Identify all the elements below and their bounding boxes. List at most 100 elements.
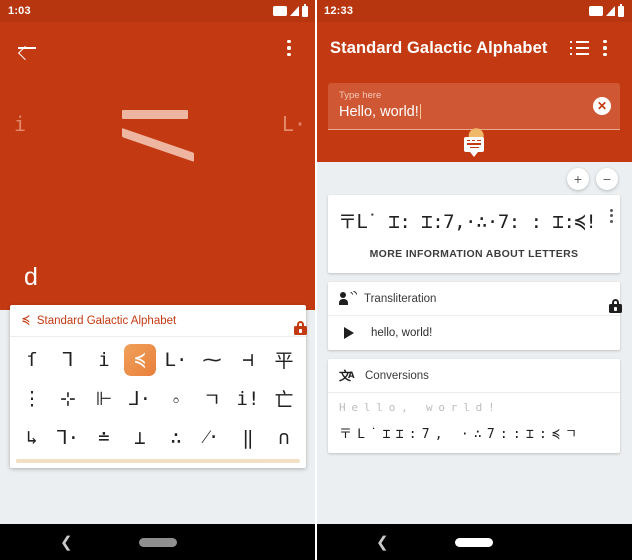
back-chevron-icon[interactable]: ❮ [376,533,389,551]
text-input-label: Type here [339,90,382,101]
zoom-controls: + − [328,162,620,195]
key-glyph[interactable]: ⊣ [232,344,264,376]
key-glyph[interactable]: i [88,344,120,376]
status-bar-clock: 12:33 [324,5,354,17]
back-arrow-icon [17,38,37,58]
key-glyph[interactable]: ↳ [16,422,48,454]
key-glyph[interactable]: ſ [16,344,48,376]
decrease-text-size-button[interactable]: − [596,168,618,190]
back-chevron-icon[interactable]: ❮ [60,533,73,551]
key-glyph[interactable]: ∩ [268,422,300,454]
status-bar-right: 12:33 [316,0,632,22]
list-view-button[interactable] [566,35,592,61]
increase-text-size-button[interactable]: + [567,168,589,190]
app-bar-left [0,22,316,74]
key-glyph[interactable]: ⅃· [124,383,156,415]
overflow-menu-icon [603,40,607,56]
text-input-zone: Type here Hello, world! ✕ [316,74,632,162]
latin-equivalent-letter: d [24,263,38,291]
app-bar-right: Standard Galactic Alphabet [316,22,632,74]
home-pill[interactable] [139,537,177,547]
status-bar-system-icons [273,3,308,17]
transliteration-title: Transliteration [364,292,437,305]
transliteration-header: Transliteration [328,282,622,316]
glyph-display-body: 〒𝖫˙ ⌶: ⌶:7,·∴·7: : ⌶:≼! [328,195,620,234]
key-glyph[interactable]: ⊹ [52,383,84,415]
key-glyph[interactable]: ⊥ [124,422,156,454]
signal-icon [290,6,299,16]
keyboard-header: ≼ Standard Galactic Alphabet [10,305,307,337]
next-glyph-preview[interactable]: L· [282,112,306,136]
conversions-glyph-row: 〒𝖫˙⌶⌶:7, ·∴7::⌶:≼ㄱ [339,427,583,442]
keyboard-row: ſ ⅂ i ≼ L· ⁓ ⊣ 平 [14,340,302,379]
glyph-detail-hero: i L· d [0,74,316,310]
overflow-menu-button-right[interactable] [592,35,618,61]
keyboard-header-glyph: ≼ [22,313,30,328]
keyboard-scroll-indicator[interactable] [16,459,300,463]
play-icon[interactable] [344,327,354,339]
key-glyph[interactable]: ㄱ [196,383,228,415]
key-glyph[interactable]: 亡 [268,383,300,415]
key-glyph[interactable]: ⋮ [16,383,48,415]
galactic-keyboard-panel: ≼ Standard Galactic Alphabet ſ ⅂ i ≼ L· … [10,305,307,468]
glyph-output-text: 〒𝖫˙ ⌶: ⌶:7,·∴·7: : ⌶:≼! [338,211,597,233]
transliteration-row: hello, world! [328,316,620,350]
status-bar-system-icons [589,3,624,17]
keyboard-row: ↳ ⅂· ≐ ⊥ ∴ ⁄· ‖ ∩ [14,418,302,457]
key-glyph[interactable]: 平 [268,344,300,376]
conversions-card: 文A Conversions Hello, world! 〒𝖫˙⌶⌶:7, ·∴… [328,359,620,453]
conversions-body: Hello, world! 〒𝖫˙⌶⌶:7, ·∴7::⌶:≼ㄱ [328,393,620,453]
signal-icon [606,6,615,16]
overflow-menu-button-left[interactable] [276,35,302,61]
glyph-stroke-diagonal [122,128,194,162]
conversions-header: 文A Conversions [328,359,620,393]
key-glyph-selected[interactable]: ≼ [124,343,156,376]
display-overflow-button[interactable] [610,209,613,225]
selected-glyph-large [122,110,194,162]
key-glyph[interactable]: ⅂· [52,422,84,454]
transliteration-text: hello, world! [371,327,433,339]
text-input-field[interactable]: Type here Hello, world! ✕ [328,83,620,147]
keyboard-row: ⋮ ⊹ ⊩ ⅃· 𝇈 ㄱ i! 亡 [14,379,302,418]
status-bar-clock: 1:03 [8,5,31,17]
conversions-latin-row: Hello, world! [339,401,501,414]
text-input-text: Hello, world! [339,104,419,120]
main-content: + − 〒𝖫˙ ⌶: ⌶:7,·∴·7: : ⌶:≼! MORE INFORMA… [316,162,632,453]
page-title: Standard Galactic Alphabet [330,38,548,57]
list-view-icon [569,41,589,55]
back-button[interactable] [14,35,40,61]
status-bar-left: 1:03 [0,0,316,22]
key-glyph[interactable]: ‖ [232,422,264,454]
home-pill[interactable] [455,537,493,547]
keyboard-rows: ſ ⅂ i ≼ L· ⁓ ⊣ 平 ⋮ ⊹ ⊩ ⅃· 𝇈 ㄱ i! 亡 ↳ ⅂· … [10,337,306,457]
overflow-menu-icon [287,40,291,56]
previous-glyph-preview[interactable]: i [14,112,26,136]
key-glyph[interactable]: i! [232,383,264,415]
key-glyph[interactable]: ≐ [88,422,120,454]
key-glyph[interactable]: ∴ [160,422,192,454]
clear-circle-icon[interactable]: ✕ [593,97,611,115]
keyboard-icon [464,136,484,152]
battery-icon [618,3,624,17]
left-screen-panel: 1:03 i L· d ≼ Standard Galactic Alphabet [0,0,316,560]
wifi-icon [589,6,603,16]
translate-icon: 文A [339,369,355,383]
key-glyph[interactable]: ⁄· [196,422,228,454]
key-glyph[interactable]: ⊩ [88,383,120,415]
system-nav-bar-right: ❮ [316,524,632,560]
keyboard-header-label: Standard Galactic Alphabet [36,314,177,327]
panel-divider [315,0,317,560]
wifi-icon [273,6,287,16]
speak-person-icon [339,289,358,305]
glyph-display-card: 〒𝖫˙ ⌶: ⌶:7,·∴·7: : ⌶:≼! MORE INFORMATION… [328,195,620,273]
battery-icon [302,3,308,17]
key-glyph[interactable]: L· [160,344,192,376]
glyph-stroke-top [122,110,188,119]
key-glyph[interactable]: 𝇈 [160,383,192,415]
text-cursor [419,104,422,119]
system-nav-bar-left: ❮ [0,524,316,560]
conversions-title: Conversions [365,369,429,382]
key-glyph[interactable]: ⅂ [52,344,84,376]
more-information-button[interactable]: MORE INFORMATION ABOUT LETTERS [328,234,620,273]
key-glyph[interactable]: ⁓ [196,344,228,376]
